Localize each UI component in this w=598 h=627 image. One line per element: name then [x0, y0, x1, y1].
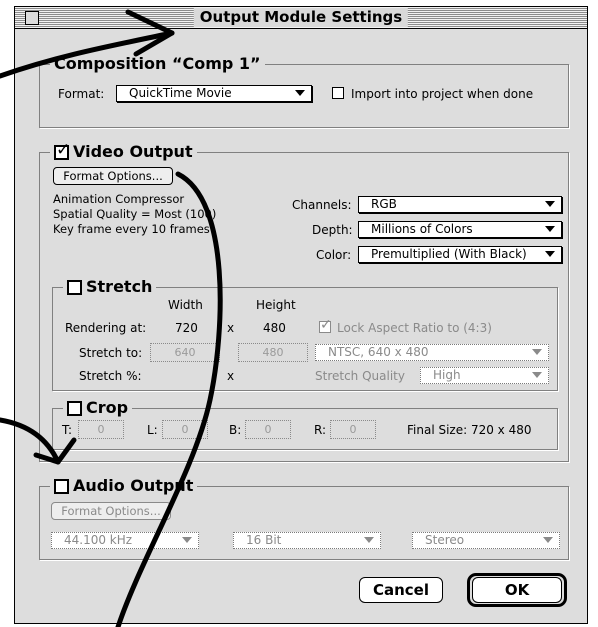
stretch-quality-popup[interactable]: High — [420, 367, 549, 384]
chevron-down-icon — [545, 251, 555, 257]
channels-label: Channels: — [292, 198, 352, 212]
composition-label: Composition “Comp 1” — [50, 54, 265, 74]
channels-value: RGB — [371, 197, 397, 211]
crop-bottom-label: B: — [229, 423, 242, 437]
stretch-label: Stretch — [86, 277, 153, 296]
final-size: Final Size: 720 x 480 — [407, 423, 532, 437]
audio-bits-value: 16 Bit — [246, 533, 282, 547]
audio-rate-popup[interactable]: 44.100 kHz — [51, 532, 199, 549]
spatial-quality-info: Spatial Quality = Most (100) — [53, 207, 217, 221]
depth-value: Millions of Colors — [371, 222, 473, 236]
lock-aspect-checkbox[interactable]: ✓ — [319, 317, 332, 333]
window-title: Output Module Settings — [193, 8, 409, 27]
depth-label: Depth: — [312, 223, 353, 237]
color-label: Color: — [316, 248, 352, 262]
audio-format-options-button[interactable]: Format Options... — [51, 502, 171, 520]
format-label: Format: — [58, 87, 105, 101]
video-output-checkbox[interactable]: ✓ — [54, 141, 70, 160]
color-popup[interactable]: Premultiplied (With Black) — [358, 246, 562, 263]
checkmark-icon: ✓ — [320, 317, 332, 333]
chevron-down-icon — [182, 537, 192, 543]
stretch-to-width-field[interactable]: 640 — [150, 343, 220, 362]
stretch-to-height-field[interactable]: 480 — [238, 343, 308, 362]
audio-output-legend: Audio Output — [50, 476, 198, 496]
video-output-group: ✓ Video Output Format Options... Animati… — [39, 141, 569, 462]
crop-group: Crop T: 0 L: 0 B: 0 R: 0 Final Size: 720… — [52, 398, 558, 450]
audio-channels-value: Stereo — [425, 533, 465, 547]
audio-output-label: Audio Output — [73, 476, 194, 495]
stretch-percent-x: x — [227, 369, 235, 383]
composition-group: Composition “Comp 1” Format: QuickTime M… — [39, 54, 569, 128]
crop-left-field[interactable]: 0 — [162, 420, 208, 439]
chevron-down-icon — [545, 201, 555, 207]
height-header: Height — [256, 298, 296, 312]
stretch-percent-label: Stretch %: — [79, 369, 142, 383]
crop-checkbox[interactable] — [67, 400, 82, 416]
chevron-down-icon — [532, 349, 542, 355]
stretch-group: Stretch Width Height Rendering at: 720 x… — [52, 277, 558, 391]
chevron-down-icon — [364, 537, 374, 543]
import-checkbox[interactable] — [332, 87, 344, 99]
audio-channels-popup[interactable]: Stereo — [412, 532, 560, 549]
stretch-to-label: Stretch to: — [79, 346, 143, 360]
rendering-height: 480 — [263, 321, 286, 335]
width-header: Width — [168, 298, 203, 312]
lock-aspect-label: Lock Aspect Ratio to (4:3) — [337, 321, 492, 335]
rendering-width: 720 — [175, 321, 198, 335]
chevron-down-icon — [295, 90, 305, 96]
chevron-down-icon — [543, 537, 553, 543]
crop-top-field[interactable]: 0 — [78, 420, 124, 439]
audio-rate-value: 44.100 kHz — [64, 533, 133, 547]
keyframe-info: Key frame every 10 frames — [53, 222, 210, 236]
close-box[interactable] — [25, 11, 39, 25]
chevron-down-icon — [545, 226, 555, 232]
rendering-x: x — [227, 321, 235, 335]
stretch-preset-value: NTSC, 640 x 480 — [328, 345, 429, 359]
color-value: Premultiplied (With Black) — [371, 247, 527, 261]
format-popup[interactable]: QuickTime Movie — [116, 85, 312, 102]
crop-right-label: R: — [314, 423, 327, 437]
crop-legend: Crop — [63, 398, 133, 418]
import-label: Import into project when done — [351, 87, 534, 101]
stretch-quality-value: High — [433, 368, 461, 382]
rendering-label: Rendering at: — [65, 321, 147, 335]
ok-button[interactable]: OK — [472, 577, 562, 603]
crop-label: Crop — [86, 398, 129, 417]
video-format-options-button[interactable]: Format Options... — [53, 167, 173, 185]
stretch-checkbox[interactable] — [67, 279, 82, 295]
video-output-legend: ✓ Video Output — [50, 141, 197, 162]
title-bar[interactable]: Output Module Settings — [15, 7, 587, 29]
stretch-legend: Stretch — [63, 277, 157, 297]
crop-bottom-field[interactable]: 0 — [245, 420, 291, 439]
depth-popup[interactable]: Millions of Colors — [358, 221, 562, 238]
compressor-info: Animation Compressor — [53, 192, 185, 206]
audio-bits-popup[interactable]: 16 Bit — [233, 532, 381, 549]
stretch-preset-popup[interactable]: NTSC, 640 x 480 — [315, 344, 549, 361]
chevron-down-icon — [532, 372, 542, 378]
crop-left-label: L: — [147, 423, 158, 437]
channels-popup[interactable]: RGB — [358, 196, 562, 213]
video-output-label: Video Output — [73, 142, 193, 161]
format-value: QuickTime Movie — [129, 86, 232, 100]
audio-output-checkbox[interactable] — [54, 478, 69, 494]
cancel-button[interactable]: Cancel — [359, 577, 443, 603]
stretch-quality-label: Stretch Quality — [315, 369, 405, 383]
audio-output-group: Audio Output Format Options... 44.100 kH… — [39, 476, 569, 560]
output-module-settings-window: Output Module Settings Composition “Comp… — [14, 6, 588, 624]
crop-top-label: T: — [62, 423, 73, 437]
crop-right-field[interactable]: 0 — [330, 420, 376, 439]
checkmark-icon: ✓ — [56, 139, 71, 160]
